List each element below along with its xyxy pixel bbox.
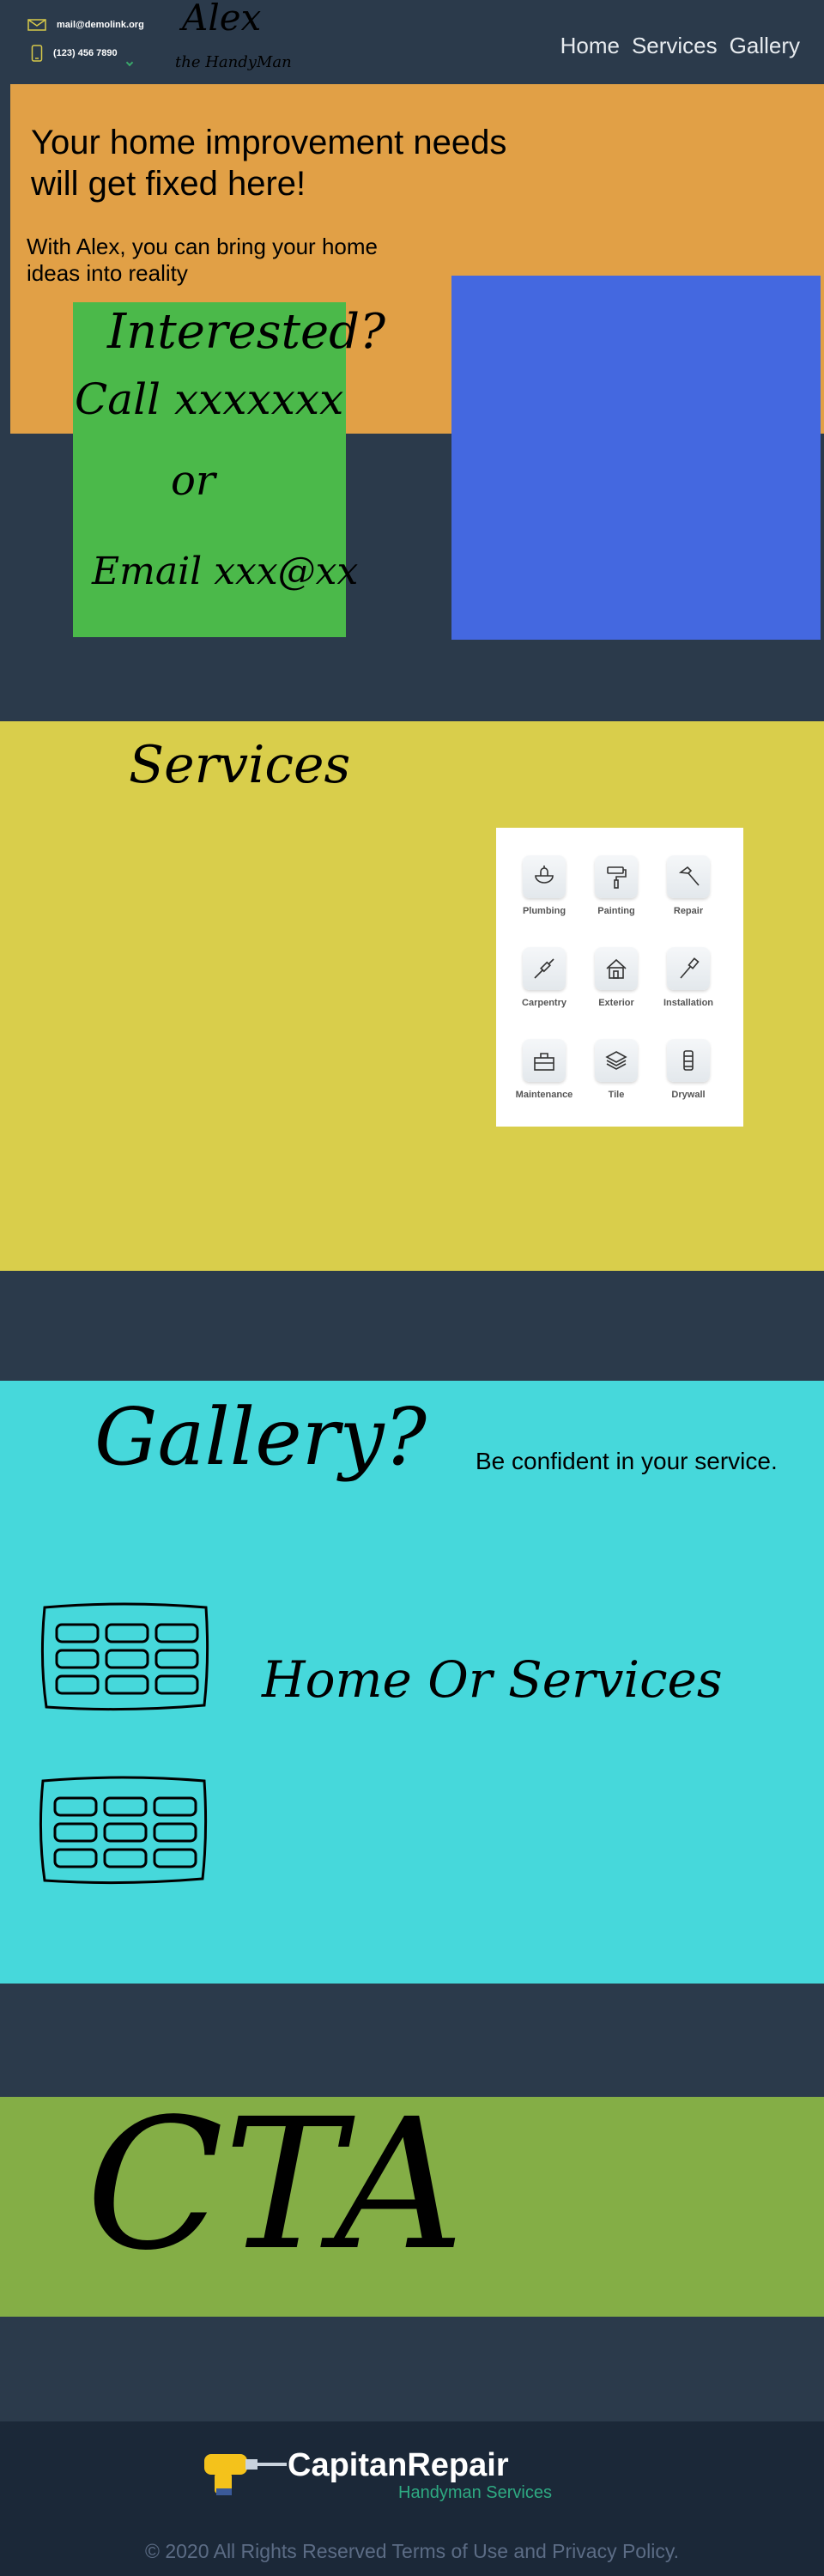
gallery-grid-sketch-icon — [39, 1776, 208, 1885]
services-grid: Plumbing Painting Repair Carpentry Exter… — [508, 855, 724, 1100]
phone-contact[interactable]: (123) 456 7890 — [31, 45, 118, 62]
footer-brand-name[interactable]: CapitanRepair — [288, 2447, 509, 2484]
interested-or: or — [171, 457, 215, 505]
service-label: Drywall — [671, 1090, 706, 1100]
cta-title[interactable]: CTA — [86, 2095, 464, 2275]
service-exterior[interactable]: Exterior — [580, 947, 652, 1008]
service-drywall[interactable]: Drywall — [652, 1039, 724, 1100]
gallery-grid-sketch-icon — [40, 1602, 209, 1711]
nav-gallery[interactable]: Gallery — [730, 33, 800, 59]
nav-services[interactable]: Services — [632, 33, 718, 59]
service-label: Maintenance — [515, 1090, 573, 1100]
paint-roller-icon — [595, 855, 638, 898]
hero-image-placeholder — [451, 276, 821, 640]
footer-brand-tagline: Handyman Services — [398, 2483, 552, 2502]
service-label: Tile — [608, 1090, 625, 1100]
tile-stack-icon — [595, 1039, 638, 1082]
logo-tagline: the HandyMan — [175, 53, 292, 71]
email-text: mail@demolink.org — [57, 20, 144, 30]
hero-title: Your home improvement needs will get fix… — [31, 124, 507, 203]
service-label: Plumbing — [522, 906, 566, 916]
hero-subtitle: With Alex, you can bring your home ideas… — [27, 234, 378, 286]
interested-call: Call xxxxxxx — [75, 374, 344, 424]
service-plumbing[interactable]: Plumbing — [508, 855, 580, 916]
service-installation[interactable]: Installation — [652, 947, 724, 1008]
plumbing-icon — [523, 855, 566, 898]
interested-card[interactable]: Interested? Call xxxxxxx or Email xxx@xx — [73, 302, 385, 637]
drill-icon — [667, 947, 710, 990]
service-maintenance[interactable]: Maintenance — [508, 1039, 580, 1100]
phone-text: (123) 456 7890 — [53, 48, 118, 58]
interested-heading: Interested? — [107, 304, 385, 360]
services-title: Services — [129, 735, 351, 795]
drywall-icon — [667, 1039, 710, 1082]
service-label: Installation — [663, 998, 714, 1008]
service-label: Painting — [597, 906, 635, 916]
mail-icon — [27, 19, 46, 31]
email-contact[interactable]: mail@demolink.org — [27, 19, 144, 31]
footer-copyright: © 2020 All Rights Reserved Terms of Use … — [144, 2540, 680, 2562]
gallery-caption: Home Or Services — [262, 1650, 723, 1709]
service-label: Exterior — [598, 998, 634, 1008]
gallery-tagline: Be confident in your service. — [476, 1448, 778, 1474]
chisel-icon — [523, 947, 566, 990]
services-grid-card: Plumbing Painting Repair Carpentry Exter… — [496, 828, 743, 1127]
phone-icon — [31, 45, 43, 62]
house-icon — [595, 947, 638, 990]
nav-home[interactable]: Home — [560, 33, 620, 59]
drill-logo-icon — [204, 2454, 287, 2495]
interested-email: Email xxx@xx — [92, 550, 359, 593]
hammer-icon — [667, 855, 710, 898]
toolbox-icon — [523, 1039, 566, 1082]
gallery-title: Gallery? — [94, 1391, 427, 1483]
service-label: Repair — [673, 906, 704, 916]
service-carpentry[interactable]: Carpentry — [508, 947, 580, 1008]
service-repair[interactable]: Repair — [652, 855, 724, 916]
service-label: Carpentry — [522, 998, 566, 1008]
main-nav: Home Services Gallery — [560, 33, 800, 59]
service-tile[interactable]: Tile — [580, 1039, 652, 1100]
service-painting[interactable]: Painting — [580, 855, 652, 916]
logo-name[interactable]: Alex — [182, 0, 261, 39]
